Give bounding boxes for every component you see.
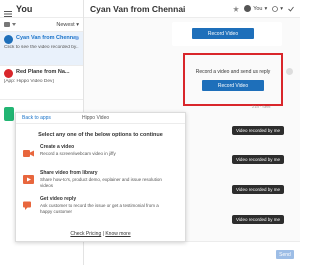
clock-icon: [272, 5, 279, 12]
message-card: Record Video: [172, 22, 282, 46]
apps-popover: Back to apps Hippo Video Select any one …: [15, 112, 186, 242]
footer-separator: |: [102, 231, 104, 237]
sort-label: Newest: [56, 21, 75, 28]
unread-dot: [75, 36, 79, 40]
chat-header: Cyan Van from Chennai You ▾ ▾: [84, 0, 300, 18]
sidebar-title: You: [16, 3, 33, 14]
tab-hippo-video[interactable]: Hippo Video: [82, 115, 109, 121]
sort-select[interactable]: Newest ▾: [56, 22, 79, 28]
check-pricing-link[interactable]: Check Pricing: [70, 231, 101, 237]
assignee-select[interactable]: You ▾: [244, 5, 267, 12]
option-desc: Record a screen/webcam video in jiffy: [40, 151, 116, 156]
sidebar-filter: Newest ▾: [0, 18, 83, 32]
popover-footer: Check Pricing | Know more: [16, 231, 185, 237]
option-video-reply[interactable]: Get video reply Ask customer to record t…: [16, 196, 185, 222]
option-share-library[interactable]: Share video from library Share how-to's,…: [16, 170, 185, 196]
know-more-link[interactable]: Know more: [105, 231, 130, 237]
inbox-icon: [4, 22, 10, 27]
record-video-button[interactable]: Record Video: [202, 80, 264, 91]
popover-tabs: Back to apps Hippo Video: [16, 113, 185, 124]
menu-icon[interactable]: [4, 5, 12, 17]
library-icon: [23, 171, 34, 184]
option-create-video[interactable]: Create a video Record a screen/webcam vi…: [16, 144, 185, 170]
video-message[interactable]: Video recorded by me: [232, 185, 284, 194]
agent-avatar: [286, 68, 293, 75]
close-conversation-button[interactable]: [288, 6, 294, 12]
video-reply-icon: [23, 197, 34, 210]
send-button[interactable]: Send: [276, 250, 294, 259]
back-to-apps-link[interactable]: Back to apps: [22, 115, 82, 121]
prompt-text: Record a video and send us reply: [195, 69, 271, 75]
video-message[interactable]: Video recorded by me: [232, 126, 284, 135]
popover-subtitle: Select any one of the below options to c…: [38, 132, 163, 138]
star-icon: [233, 5, 240, 12]
video-message[interactable]: Video recorded by me: [232, 155, 284, 164]
camera-icon: [23, 145, 34, 157]
assignee-avatar: [244, 5, 252, 12]
conversation-avatar: [4, 69, 13, 78]
chevron-down-icon: [12, 23, 16, 26]
conversation-preview: Click to see the video recorded by...: [4, 45, 79, 50]
highlighted-message: Record a video and send us reply Record …: [183, 53, 283, 106]
snooze-button[interactable]: ▾: [272, 6, 283, 12]
option-desc: Ask customer to record the issue or get …: [40, 203, 159, 214]
star-button[interactable]: [233, 5, 240, 12]
app-launcher-icon[interactable]: [4, 107, 14, 121]
conversation-item[interactable]: Red Plane from Na... [App: Hippo Video D…: [0, 66, 83, 100]
check-icon: [288, 6, 294, 12]
option-title: Create a video: [40, 144, 75, 150]
composer[interactable]: Send: [84, 241, 300, 265]
assignee-label: You: [253, 5, 263, 12]
chat-title: Cyan Van from Chennai: [90, 3, 186, 14]
sidebar-header: You: [0, 0, 83, 18]
conversation-preview: [App: Hippo Video Dev]: [4, 79, 54, 84]
conversation-avatar: [4, 35, 13, 44]
option-desc: Share how-to's, product demo, explainer …: [40, 177, 162, 188]
record-video-button[interactable]: Record Video: [192, 28, 254, 39]
option-title: Get video reply: [40, 196, 77, 202]
conversation-name: Cyan Van from Chenna...: [16, 35, 79, 41]
option-title: Share video from library: [40, 170, 98, 176]
conversation-name: Red Plane from Na...: [16, 69, 70, 75]
video-message[interactable]: Video recorded by me: [232, 215, 284, 224]
message-timestamp: 21d · Sent: [252, 104, 271, 109]
inbox-filter[interactable]: [4, 22, 16, 27]
conversation-item[interactable]: Cyan Van from Chenna... Click to see the…: [0, 32, 83, 66]
